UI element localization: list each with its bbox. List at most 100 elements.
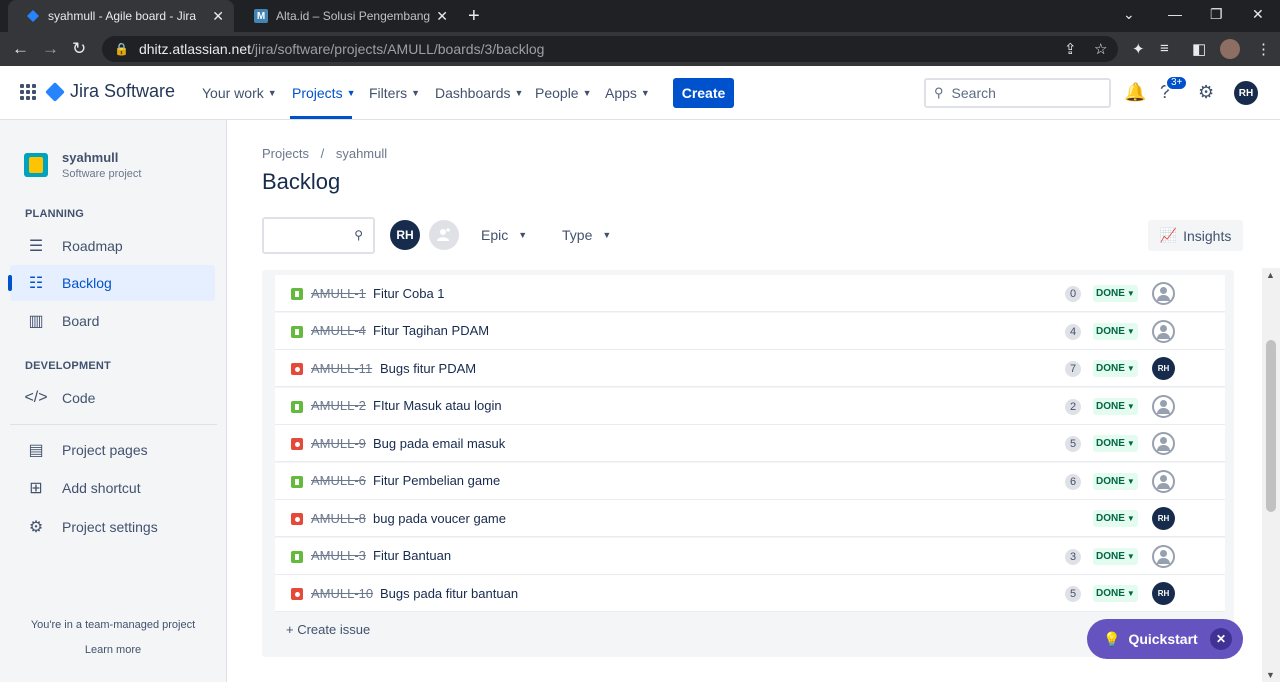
unassigned-avatar-icon[interactable] — [1152, 469, 1175, 493]
issue-key[interactable]: AMULL-10 — [311, 586, 373, 601]
issue-key[interactable]: AMULL-8 — [311, 511, 366, 526]
issue-summary[interactable]: Fitur Pembelian game — [373, 473, 500, 488]
status-dropdown[interactable]: DONE ▼ — [1093, 547, 1138, 565]
menu-projects[interactable]: Projects ▼ — [292, 85, 356, 101]
app-switcher-icon[interactable] — [20, 84, 36, 100]
issue-summary[interactable]: Fitur Coba 1 — [373, 286, 445, 301]
issue-row[interactable]: AMULL-1 Fitur Coba 1 0 DONE ▼ — [275, 275, 1225, 312]
issue-summary[interactable]: Bug pada email masuk — [373, 436, 505, 451]
status-dropdown[interactable]: DONE ▼ — [1093, 285, 1138, 302]
breadcrumb-projects[interactable]: Projects — [262, 146, 309, 161]
sidebar-item-add-shortcut[interactable]: ⊞ Add shortcut — [10, 470, 215, 506]
epic-filter-dropdown[interactable]: Epic ▼ — [481, 227, 527, 243]
issue-summary[interactable]: Bugs fitur PDAM — [380, 361, 476, 376]
sidebar-item-project-settings[interactable]: ⚙ Project settings — [10, 509, 215, 545]
settings-gear-icon[interactable]: ⚙ — [1198, 82, 1214, 103]
unassigned-avatar-icon[interactable] — [1152, 282, 1175, 305]
status-dropdown[interactable]: DONE ▼ — [1093, 472, 1138, 490]
backlog-search-input[interactable]: ⚲ — [262, 217, 375, 254]
minimize-icon[interactable]: — — [1168, 6, 1182, 22]
create-button[interactable]: Create — [673, 78, 734, 108]
share-icon[interactable]: ⇪ — [1064, 40, 1077, 58]
maximize-icon[interactable]: ❐ — [1210, 6, 1223, 23]
side-panel-icon[interactable]: ◧ — [1192, 40, 1206, 58]
tab-search-chevron-icon[interactable]: ⌄ — [1123, 6, 1135, 23]
menu-apps[interactable]: Apps ▼ — [605, 85, 650, 101]
story-points-badge[interactable]: 2 — [1065, 398, 1081, 415]
issue-key[interactable]: AMULL-2 — [311, 398, 366, 413]
issue-key[interactable]: AMULL-3 — [311, 548, 366, 563]
status-dropdown[interactable]: DONE ▼ — [1093, 397, 1138, 415]
create-issue-button[interactable]: + Create issue — [286, 622, 370, 637]
issue-summary[interactable]: bug pada voucer game — [373, 511, 506, 526]
forward-icon[interactable]: → — [42, 39, 59, 59]
issue-row[interactable]: AMULL-3 Fitur Bantuan 3 DONE ▼ — [275, 537, 1225, 575]
filter-avatar-rh[interactable]: RH — [390, 220, 420, 250]
scroll-down-icon[interactable]: ▼ — [1266, 670, 1275, 680]
status-dropdown[interactable]: DONE ▼ — [1093, 510, 1138, 527]
issue-key[interactable]: AMULL-11 — [311, 361, 372, 376]
insights-button[interactable]: 📈 Insights — [1148, 220, 1243, 251]
issue-row[interactable]: AMULL-2 FItur Masuk atau login 2 DONE ▼ — [275, 387, 1225, 425]
issue-key[interactable]: AMULL-9 — [311, 436, 366, 451]
reading-list-icon[interactable]: ≡ — [1160, 40, 1169, 57]
sidebar-item-code[interactable]: </> Code — [10, 380, 215, 416]
assignee-avatar[interactable]: RH — [1152, 582, 1175, 605]
page-scrollbar[interactable]: ▲ ▼ — [1262, 268, 1280, 682]
story-points-badge[interactable]: 6 — [1065, 473, 1081, 490]
back-icon[interactable]: ← — [12, 39, 29, 59]
assignee-avatar[interactable]: RH — [1152, 507, 1175, 530]
menu-your-work[interactable]: Your work ▼ — [202, 85, 277, 101]
sidebar-item-roadmap[interactable]: ☰ Roadmap — [10, 228, 215, 264]
learn-more-link[interactable]: Learn more — [0, 644, 226, 656]
unassigned-avatar-icon[interactable] — [1152, 544, 1175, 568]
story-points-badge[interactable]: 4 — [1065, 323, 1081, 340]
user-avatar[interactable]: RH — [1234, 81, 1258, 105]
scroll-thumb[interactable] — [1266, 340, 1276, 512]
jira-logo[interactable]: Jira Software — [45, 81, 175, 102]
status-dropdown[interactable]: DONE ▼ — [1093, 360, 1138, 377]
menu-dashboards[interactable]: Dashboards ▼ — [435, 85, 523, 101]
more-menu-icon[interactable]: ⋮ — [1256, 40, 1271, 58]
unassigned-avatar-icon[interactable] — [1152, 319, 1175, 343]
project-name[interactable]: syahmull — [62, 150, 118, 165]
issue-row[interactable]: AMULL-4 Fitur Tagihan PDAM 4 DONE ▼ — [275, 312, 1225, 350]
status-dropdown[interactable]: DONE ▼ — [1093, 322, 1138, 340]
new-tab-icon[interactable]: + — [468, 5, 480, 28]
issue-row[interactable]: AMULL-10 Bugs pada fitur bantuan 5 DONE ▼ RH — [275, 575, 1225, 612]
sidebar-item-board[interactable]: ▥ Board — [10, 303, 215, 339]
profile-avatar[interactable] — [1220, 39, 1240, 59]
issue-row[interactable]: AMULL-11 Bugs fitur PDAM 7 DONE ▼ RH — [275, 350, 1225, 387]
search-input[interactable]: ⚲ Search — [924, 78, 1111, 108]
close-tab-icon[interactable]: ✕ — [436, 8, 448, 25]
issue-key[interactable]: AMULL-1 — [311, 286, 366, 301]
menu-filters[interactable]: Filters ▼ — [369, 85, 420, 101]
issue-row[interactable]: AMULL-6 Fitur Pembelian game 6 DONE ▼ — [275, 462, 1225, 500]
unassigned-avatar-icon[interactable] — [1152, 394, 1175, 418]
story-points-badge[interactable]: 0 — [1065, 286, 1081, 302]
issue-summary[interactable]: FItur Masuk atau login — [373, 398, 502, 413]
menu-people[interactable]: People ▼ — [535, 85, 592, 101]
issue-key[interactable]: AMULL-4 — [311, 323, 366, 338]
status-dropdown[interactable]: DONE ▼ — [1093, 435, 1138, 452]
story-points-badge[interactable]: 3 — [1065, 548, 1081, 565]
address-bar[interactable]: 🔒 dhitz.atlassian.net/jira/software/proj… — [102, 36, 1118, 62]
browser-tab-alta[interactable]: M Alta.id – Solusi Pengembangan S ✕ — [236, 0, 458, 32]
unassigned-avatar-icon[interactable] — [1152, 432, 1175, 455]
reload-icon[interactable]: ↻ — [72, 39, 86, 59]
notifications-icon[interactable]: 🔔 — [1124, 82, 1146, 103]
story-points-badge[interactable]: 5 — [1065, 436, 1081, 452]
assignee-avatar[interactable]: RH — [1152, 357, 1175, 380]
issue-row[interactable]: AMULL-9 Bug pada email masuk 5 DONE ▼ — [275, 425, 1225, 462]
type-filter-dropdown[interactable]: Type ▼ — [562, 227, 611, 243]
browser-tab-jira[interactable]: syahmull - Agile board - Jira ✕ — [8, 0, 234, 32]
issue-summary[interactable]: Fitur Bantuan — [373, 548, 451, 563]
extensions-icon[interactable]: ✦ — [1132, 40, 1145, 58]
story-points-badge[interactable]: 5 — [1065, 586, 1081, 602]
sidebar-item-backlog[interactable]: ☷ Backlog — [8, 265, 215, 301]
issue-row[interactable]: AMULL-8 bug pada voucer game DONE ▼ RH — [275, 500, 1225, 537]
issue-summary[interactable]: Bugs pada fitur bantuan — [380, 586, 518, 601]
add-people-icon[interactable] — [429, 220, 459, 250]
scroll-up-icon[interactable]: ▲ — [1266, 270, 1275, 280]
story-points-badge[interactable]: 7 — [1065, 361, 1081, 377]
